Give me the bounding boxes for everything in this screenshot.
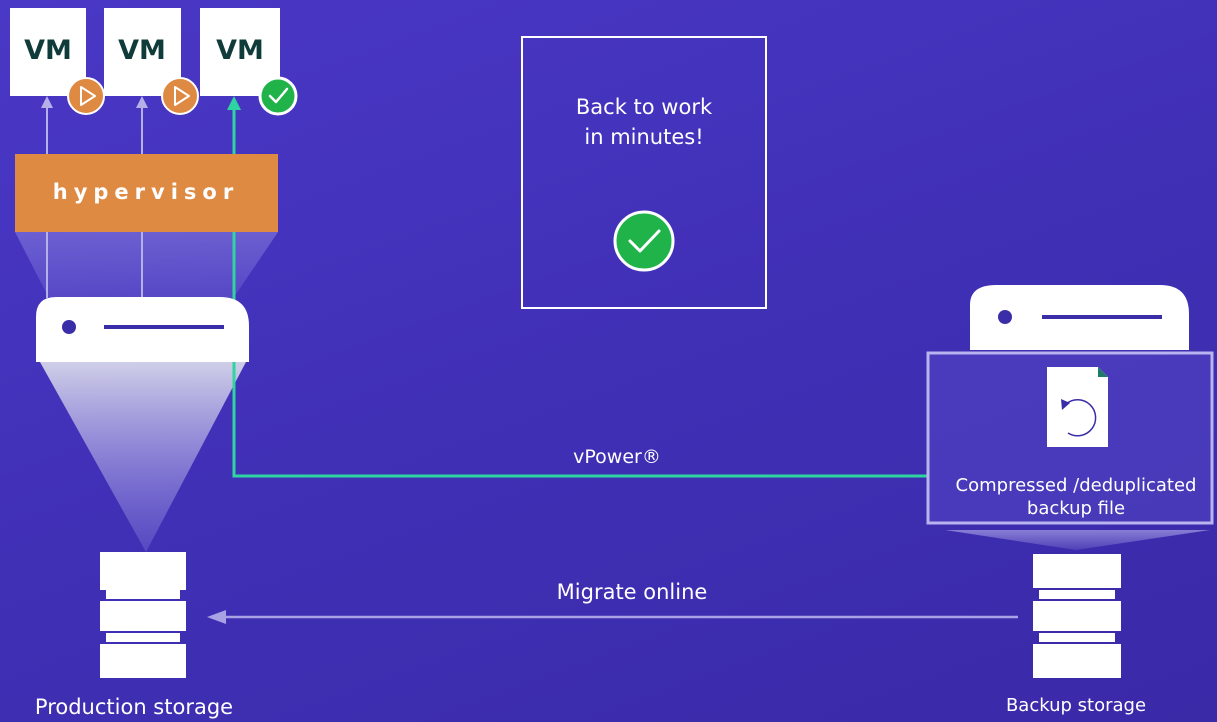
- production-storage-cone: [40, 362, 246, 552]
- diagram-canvas: hypervisor VM VM VM Back to work in minu…: [10, 8, 1214, 719]
- callout-line-2: in minutes!: [584, 125, 703, 149]
- production-server: [36, 297, 249, 362]
- success-check-icon: [613, 210, 675, 272]
- vm-label-1: VM: [24, 35, 72, 66]
- backup-file-icon: [1047, 367, 1108, 447]
- backup-file-line-1: Compressed /deduplicated: [956, 475, 1197, 496]
- vpower-connection: [232, 108, 928, 478]
- vm-label-2: VM: [118, 35, 166, 66]
- vm-label-3: VM: [216, 35, 264, 66]
- hypervisor-projection: [15, 232, 278, 300]
- play-icon: [161, 77, 199, 115]
- play-icon: [67, 77, 105, 115]
- backup-storage-cone: [945, 530, 1210, 550]
- check-icon: [258, 76, 298, 116]
- production-storage-icon: [100, 552, 186, 678]
- backup-storage-icon: [1033, 554, 1121, 678]
- vpower-arrowhead: [227, 96, 241, 110]
- backup-storage-label: Backup storage: [1006, 695, 1146, 716]
- backup-file-line-2: backup file: [1027, 498, 1125, 519]
- backup-server: [970, 285, 1189, 350]
- hypervisor-label: hypervisor: [53, 180, 239, 204]
- callout-line-1: Back to work: [576, 95, 713, 119]
- vpower-label: vPower®: [573, 446, 661, 468]
- migrate-label: Migrate online: [557, 580, 708, 604]
- migrate-arrowhead: [207, 610, 226, 624]
- production-storage-label: Production storage: [35, 695, 233, 719]
